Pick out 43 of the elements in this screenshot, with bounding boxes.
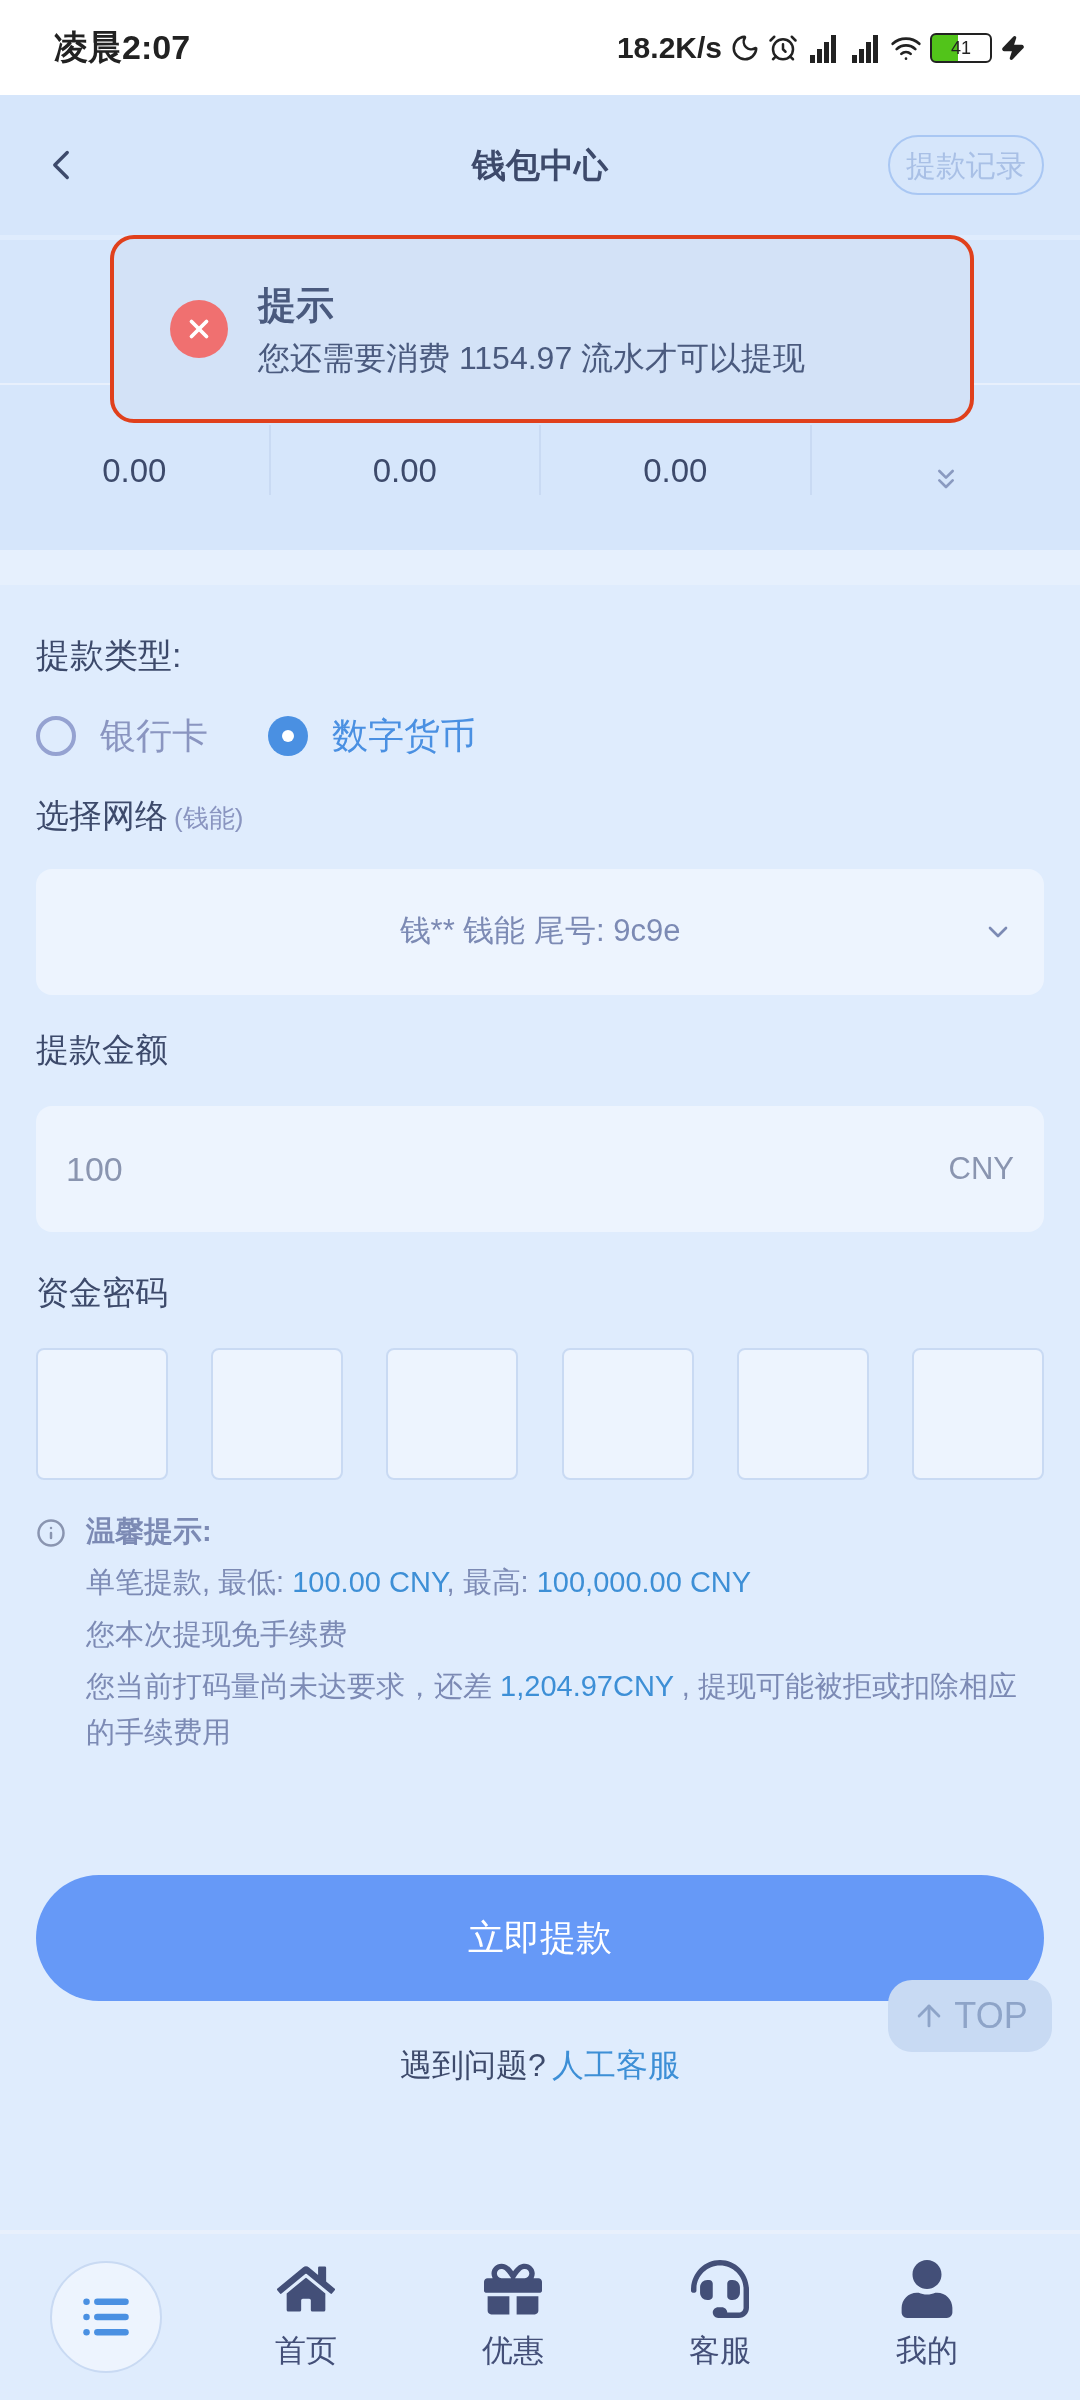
password-digit-field[interactable] (36, 1347, 168, 1480)
back-to-top-button[interactable]: TOP (888, 1980, 1052, 2052)
radio-label[interactable]: 银行卡 (100, 709, 208, 763)
info-icon (36, 1517, 66, 1548)
fund-password-label: 资金密码 (36, 1273, 169, 1313)
password-digit-field[interactable] (211, 1347, 344, 1480)
nav-tab[interactable]: 我的 (823, 2259, 1030, 2375)
tip-text: 您当前打码量尚未达要求，还差 1,204.97CNY , 提现可能被拒或扣除相应的手续费用 (86, 1669, 1018, 1750)
withdraw-button[interactable]: 立即提款 (36, 1875, 1044, 2001)
nav-tab[interactable]: 首页 (202, 2259, 409, 2375)
balance-value: 0.00 (102, 450, 167, 491)
network-speed: 18.2K/s (616, 30, 722, 66)
toast-message: 您还需要消费 1154.97 流水才可以提现 (258, 338, 806, 378)
support-icon (690, 2259, 749, 2318)
amount-label: 提款金额 (36, 1029, 169, 1070)
radio-button[interactable] (268, 716, 308, 756)
password-digit-field[interactable] (911, 1347, 1044, 1480)
toast-title: 提示 (258, 282, 335, 328)
status-time: 凌晨2:07 (54, 27, 191, 68)
network-label: 选择网络 (36, 796, 168, 836)
error-icon (170, 300, 228, 358)
tip-text: 单笔提款, 最低: 100.00 CNY, 最高: 100,000.00 CNY (86, 1565, 753, 1600)
password-digit-field[interactable] (736, 1347, 869, 1480)
network-hint: (钱能) (174, 802, 244, 835)
nav-tab[interactable]: 优惠 (409, 2259, 616, 2375)
help-text: 遇到问题? (400, 2046, 546, 2085)
balance-value: 0.00 (372, 450, 437, 491)
password-digit-field[interactable] (561, 1347, 694, 1480)
password-digit-field[interactable] (386, 1347, 519, 1480)
currency-label: CNY (948, 1149, 1014, 1188)
page-title: 钱包中心 (472, 144, 608, 186)
alarm-icon (768, 32, 798, 63)
customer-service-link[interactable]: 人工客服 (551, 2041, 680, 2089)
balance-value: 0.00 (643, 450, 708, 491)
withdrawal-type-label: 提款类型: (36, 635, 183, 676)
tips-title: 温馨提示: (86, 1513, 213, 1549)
tip-text: 您本次提现免手续费 (86, 1617, 348, 1652)
network-select[interactable]: 钱** 钱能 尾号: 9c9e (36, 868, 1044, 995)
radio-label[interactable]: 数字货币 (332, 709, 476, 763)
charging-icon (1000, 34, 1026, 61)
amount-value[interactable]: 100 (66, 1143, 123, 1195)
radio-button[interactable] (36, 716, 76, 756)
nav-tab[interactable]: 客服 (616, 2259, 823, 2375)
